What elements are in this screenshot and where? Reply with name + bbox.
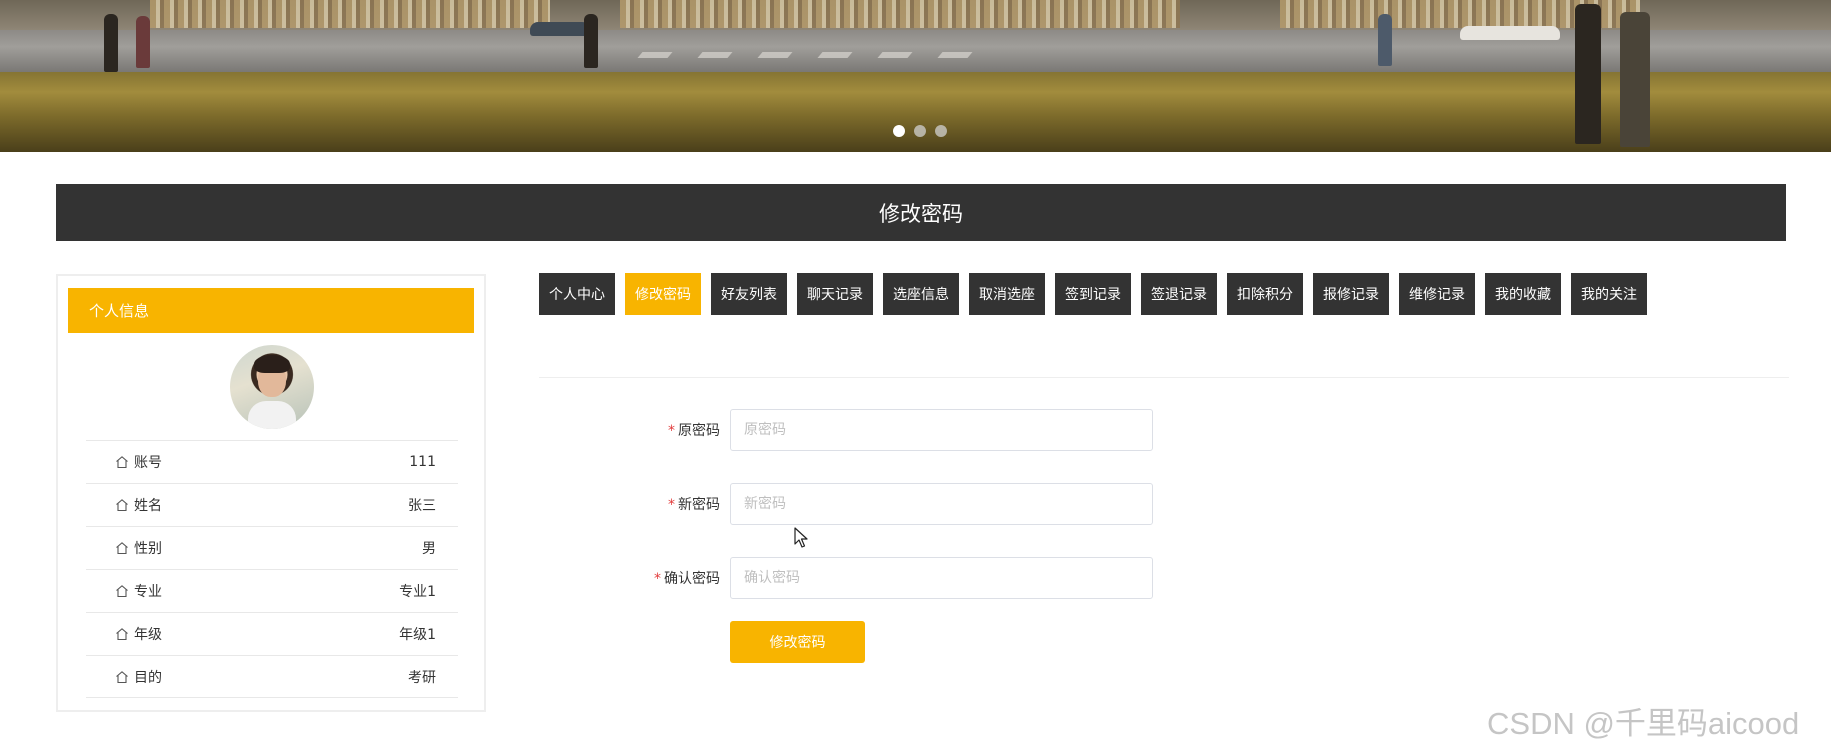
home-icon xyxy=(116,542,128,555)
banner-building xyxy=(620,0,1180,28)
tab-cancel-seat[interactable]: 取消选座 xyxy=(969,273,1045,315)
tab-my-follows[interactable]: 我的关注 xyxy=(1571,273,1647,315)
tab-friend-list[interactable]: 好友列表 xyxy=(711,273,787,315)
required-mark: * xyxy=(668,497,675,513)
info-row-account: 账号 111 xyxy=(86,440,458,483)
banner-person xyxy=(1620,12,1650,147)
info-row-gender: 性别 男 xyxy=(86,526,458,569)
banner-carousel xyxy=(0,0,1831,152)
banner-crosswalk xyxy=(937,52,973,58)
old-password-label-text: 原密码 xyxy=(678,423,720,439)
info-value: 年级1 xyxy=(399,627,436,643)
info-label: 姓名 xyxy=(115,495,162,515)
banner-building xyxy=(150,0,550,28)
banner-crosswalk xyxy=(637,52,673,58)
tab-change-password[interactable]: 修改密码 xyxy=(625,273,701,315)
info-row-grade: 年级 年级1 xyxy=(86,612,458,655)
home-icon xyxy=(116,628,128,641)
watermark: CSDN @千里码aicood xyxy=(1487,706,1800,741)
confirm-password-label: * 确认密码 xyxy=(630,568,730,588)
old-password-label: * 原密码 xyxy=(630,420,730,440)
carousel-dot[interactable] xyxy=(935,125,947,137)
profile-info-list: 账号 111 姓名 张三 性别 男 专业 专业1 年级 年级1 目的 考研 xyxy=(86,440,458,698)
tab-deduct-points[interactable]: 扣除积分 xyxy=(1227,273,1303,315)
banner-car xyxy=(530,22,590,36)
info-value: 考研 xyxy=(408,669,436,686)
banner-person xyxy=(136,16,150,68)
avatar xyxy=(230,345,314,429)
tab-checkout-records[interactable]: 签退记录 xyxy=(1141,273,1217,315)
home-icon xyxy=(116,670,128,683)
info-label-text: 性别 xyxy=(134,541,162,557)
home-icon xyxy=(116,499,128,512)
banner-lawn xyxy=(0,72,1831,152)
info-label-text: 姓名 xyxy=(134,498,162,514)
carousel-indicators xyxy=(893,125,947,137)
home-icon xyxy=(116,456,128,469)
old-password-row: * 原密码 xyxy=(630,409,1164,451)
info-row-name: 姓名 张三 xyxy=(86,483,458,526)
info-label-text: 账号 xyxy=(134,455,162,471)
tab-personal-center[interactable]: 个人中心 xyxy=(539,273,615,315)
info-label-text: 专业 xyxy=(134,584,162,600)
avatar-hair xyxy=(254,355,290,373)
tab-chat-records[interactable]: 聊天记录 xyxy=(797,273,873,315)
tab-repair-reports[interactable]: 报修记录 xyxy=(1313,273,1389,315)
old-password-input[interactable] xyxy=(730,409,1153,451)
banner-crosswalk xyxy=(757,52,793,58)
banner-person xyxy=(1575,4,1601,144)
banner-crosswalk xyxy=(817,52,853,58)
sidebar-header: 个人信息 xyxy=(68,288,474,333)
new-password-row: * 新密码 xyxy=(630,483,1164,525)
page-title: 修改密码 xyxy=(56,184,1786,241)
avatar-shirt xyxy=(248,401,296,429)
info-value: 专业1 xyxy=(399,584,436,600)
banner-person xyxy=(1378,14,1392,66)
user-center-tabs: 个人中心 修改密码 好友列表 聊天记录 选座信息 取消选座 签到记录 签退记录 … xyxy=(539,273,1647,315)
info-label-text: 目的 xyxy=(134,669,162,686)
info-label: 性别 xyxy=(115,538,162,558)
tab-my-favorites[interactable]: 我的收藏 xyxy=(1485,273,1561,315)
new-password-label-text: 新密码 xyxy=(678,497,720,513)
info-row-major: 专业 专业1 xyxy=(86,569,458,612)
info-label: 年级 xyxy=(115,624,162,644)
required-mark: * xyxy=(654,571,661,587)
tab-checkin-records[interactable]: 签到记录 xyxy=(1055,273,1131,315)
carousel-dot[interactable] xyxy=(914,125,926,137)
info-label: 账号 xyxy=(115,452,162,472)
tab-seat-info[interactable]: 选座信息 xyxy=(883,273,959,315)
change-password-button[interactable]: 修改密码 xyxy=(730,621,865,663)
banner-person xyxy=(584,14,598,68)
info-value: 张三 xyxy=(408,498,436,514)
new-password-input[interactable] xyxy=(730,483,1153,525)
mouse-cursor-icon xyxy=(794,527,808,548)
confirm-password-row: * 确认密码 xyxy=(630,557,1164,599)
info-label: 目的 xyxy=(115,667,162,687)
banner-person xyxy=(104,14,118,72)
info-label: 专业 xyxy=(115,581,162,601)
home-icon xyxy=(116,585,128,598)
carousel-dot[interactable] xyxy=(893,125,905,137)
banner-crosswalk xyxy=(877,52,913,58)
info-value: 男 xyxy=(422,541,436,557)
tab-maintenance-records[interactable]: 维修记录 xyxy=(1399,273,1475,315)
new-password-label: * 新密码 xyxy=(630,494,730,514)
confirm-password-label-text: 确认密码 xyxy=(664,571,720,587)
info-label-text: 年级 xyxy=(134,627,162,643)
content-divider xyxy=(539,377,1789,378)
profile-sidebar: 个人信息 账号 111 姓名 张三 性别 男 专业 专业1 年级 年级1 目的 … xyxy=(56,274,486,712)
info-value: 111 xyxy=(409,454,436,470)
required-mark: * xyxy=(668,423,675,439)
info-row-purpose: 目的 考研 xyxy=(86,655,458,698)
banner-crosswalk xyxy=(697,52,733,58)
confirm-password-input[interactable] xyxy=(730,557,1153,599)
banner-car xyxy=(1460,26,1560,40)
